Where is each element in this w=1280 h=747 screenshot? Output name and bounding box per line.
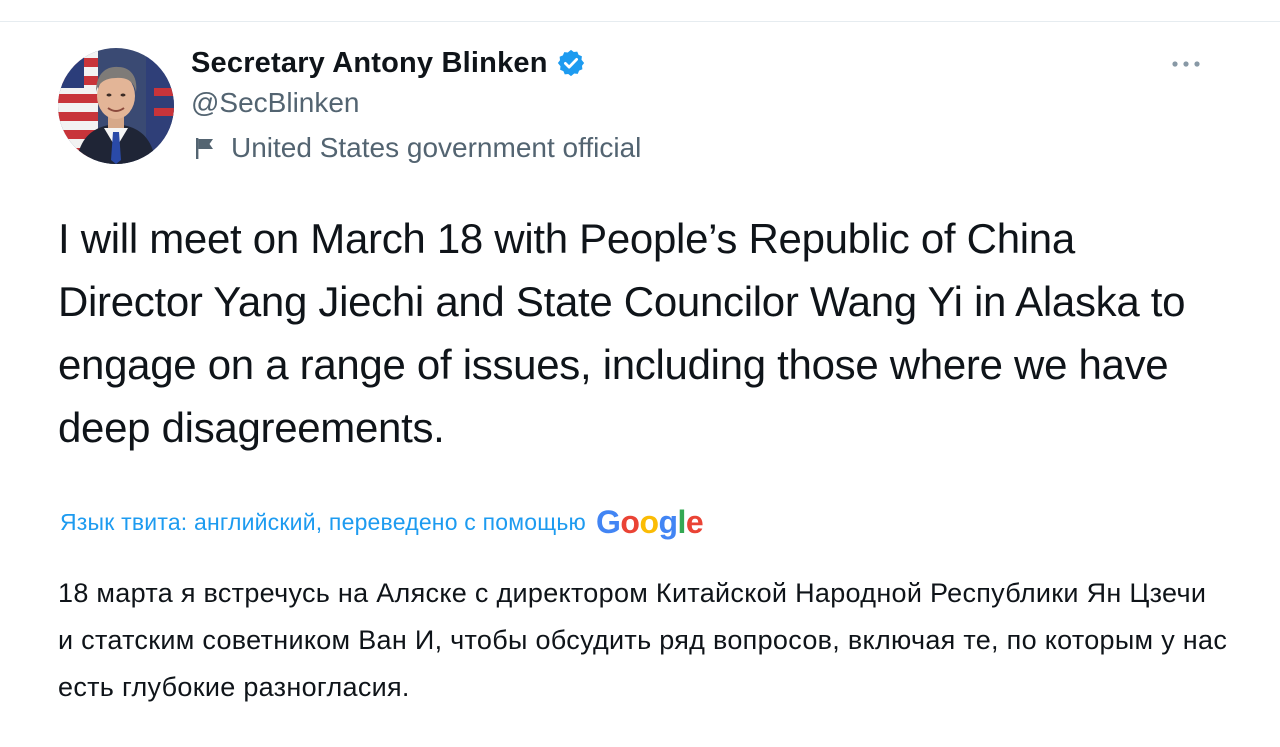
google-logo-letter: G	[596, 504, 621, 540]
tweet-text: I will meet on March 18 with People’s Re…	[58, 215, 1186, 451]
flag-icon	[193, 135, 217, 161]
author-display-name[interactable]: Secretary Antony Blinken	[191, 47, 548, 80]
more-horizontal-icon	[1172, 61, 1200, 67]
google-logo-letter: o	[620, 504, 640, 540]
google-logo-letter: e	[685, 504, 704, 540]
avatar-photo-icon	[58, 48, 174, 164]
google-logo: Google	[596, 500, 704, 544]
translated-tweet-text: 18 марта я встречусь на Аляске с директо…	[58, 578, 1228, 702]
avatar[interactable]	[58, 48, 174, 164]
translation-attribution[interactable]: Язык твита: английский, переведено с пом…	[60, 500, 704, 544]
google-logo-letter: o	[639, 504, 659, 540]
google-logo-letter: l	[677, 504, 687, 540]
more-options-button[interactable]	[1166, 52, 1206, 76]
google-logo-letter: g	[658, 504, 678, 540]
account-label: United States government official	[191, 126, 641, 170]
top-divider	[0, 21, 1280, 22]
tweet-header: Secretary Antony Blinken @SecBlinken Uni…	[191, 43, 641, 170]
translation-note[interactable]: Язык твита: английский, переведено с пом…	[60, 509, 586, 536]
author-handle[interactable]: @SecBlinken	[191, 83, 641, 123]
author-name-row: Secretary Antony Blinken	[191, 43, 641, 83]
account-label-text: United States government official	[231, 132, 642, 163]
verified-badge-icon	[556, 48, 586, 78]
